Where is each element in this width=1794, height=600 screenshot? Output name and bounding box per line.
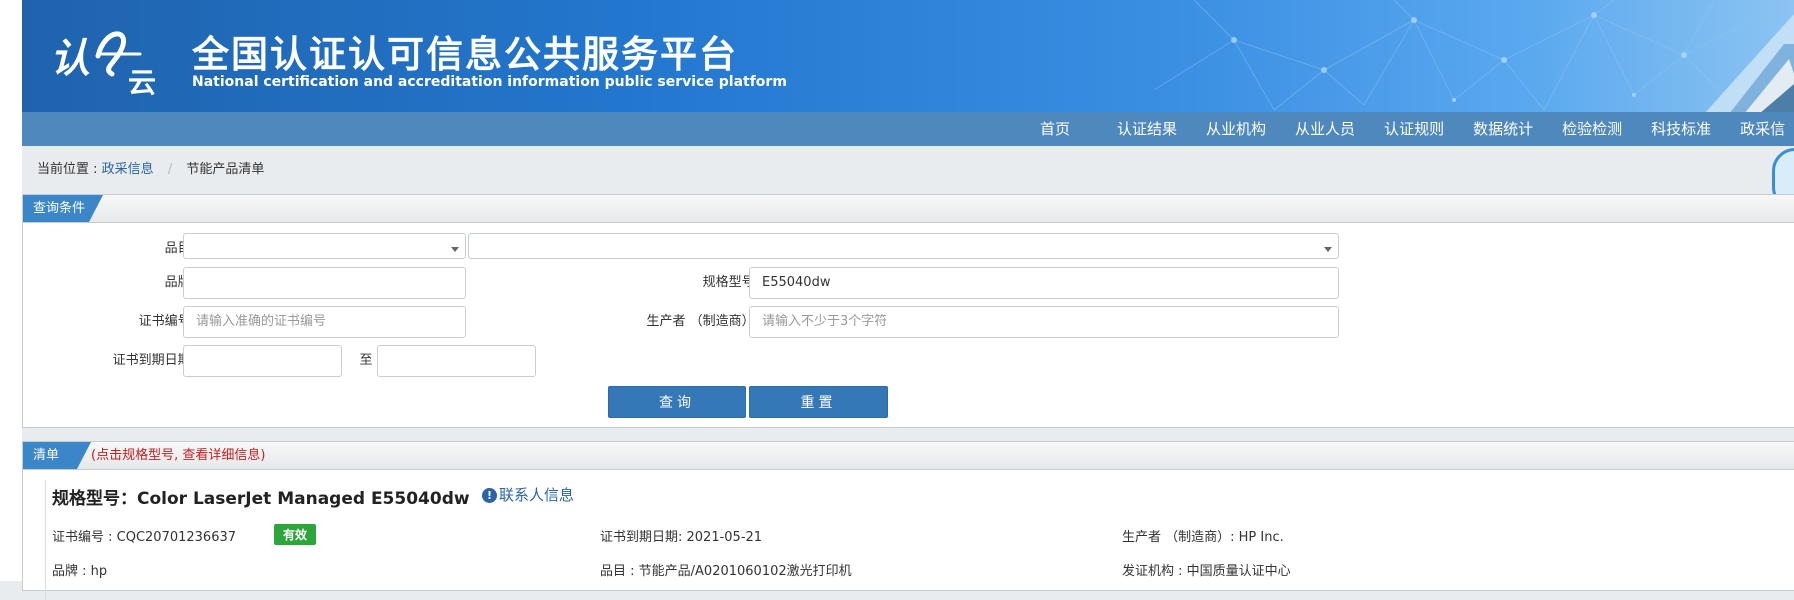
breadcrumb-current: 节能产品清单: [186, 162, 265, 177]
status-badge: 有效: [274, 524, 317, 545]
site-logo: 认 云: [50, 31, 156, 98]
result-cert-no: 证书编号 : CQC20701236637: [52, 530, 237, 545]
result-manufacturer: 生产者 （制造商）: HP Inc.: [1122, 530, 1284, 545]
result-list-panel: 清单 (点击规格型号, 查看详细信息) 规格型号：Color LaserJet …: [22, 441, 1794, 600]
result-issuer: 发证机构 : 中国质量认证中心: [1122, 564, 1291, 579]
nav-cert-rules[interactable]: 认证规则: [1384, 112, 1444, 146]
category-select-secondary[interactable]: [468, 233, 1339, 259]
header-photo-collage: [1705, 14, 1794, 112]
brand-label: 品牌:: [164, 275, 195, 290]
contact-info-label: 联系人信息: [499, 486, 575, 504]
cert-no-input[interactable]: 请输入准确的证书编号: [183, 306, 466, 338]
expiry-date-from-input[interactable]: [183, 345, 342, 377]
cert-no-label: 证书编号:: [138, 314, 195, 329]
list-panel-header: 清单 (点击规格型号, 查看详细信息): [23, 442, 1794, 470]
breadcrumb: 当前位置 : 政采信息 / 节能产品清单: [22, 146, 1794, 194]
chevron-down-icon: [451, 247, 459, 252]
list-hint: (点击规格型号, 查看详细信息): [91, 448, 266, 463]
result-expiry-date: 证书到期日期: 2021-05-21: [600, 530, 763, 545]
model-input[interactable]: E55040dw: [749, 267, 1339, 299]
nav-personnel[interactable]: 从业人员: [1295, 112, 1355, 146]
query-panel-header: 查询条件: [23, 195, 1794, 223]
nav-standards[interactable]: 科技标准: [1651, 112, 1711, 146]
result-brand: 品牌 : hp: [52, 564, 108, 579]
query-panel-tab: 查询条件: [23, 195, 103, 222]
result-category: 品目 : 节能产品/A0201060102激光打印机: [600, 564, 852, 579]
expiry-date-to-input[interactable]: [377, 345, 536, 377]
site-header: 认 云 全国认证认可信息公共服务平台 National certificatio…: [22, 0, 1794, 112]
main-nav: 首页 认证结果 从业机构 从业人员 认证规则 数据统计 检验检测 科技标准 政采…: [22, 112, 1794, 146]
manufacturer-input[interactable]: 请输入不少于3个字符: [749, 306, 1339, 338]
nav-inspection[interactable]: 检验检测: [1562, 112, 1622, 146]
nav-cert-results[interactable]: 认证结果: [1117, 112, 1177, 146]
result-model-link[interactable]: 规格型号：Color LaserJet Managed E55040dw: [52, 484, 470, 509]
site-title: 全国认证认可信息公共服务平台: [192, 33, 738, 76]
nav-institutions[interactable]: 从业机构: [1206, 112, 1266, 146]
manufacturer-label: 生产者 （制造商）:: [646, 314, 759, 329]
left-margin: [0, 0, 22, 581]
list-panel-tab: 清单: [23, 442, 91, 469]
nav-statistics[interactable]: 数据统计: [1473, 112, 1533, 146]
breadcrumb-prefix: 当前位置 :: [37, 162, 98, 177]
svg-text:认: 认: [50, 36, 90, 82]
nav-home[interactable]: 首页: [1040, 112, 1070, 146]
svg-text:云: 云: [128, 66, 156, 98]
page: 认 云 全国认证认可信息公共服务平台 National certificatio…: [22, 0, 1794, 600]
category-select-primary[interactable]: [183, 233, 466, 259]
breadcrumb-link-procurement[interactable]: 政采信息: [102, 162, 154, 177]
expiry-date-label: 证书到期日期:: [112, 353, 195, 368]
search-button[interactable]: 查询: [608, 386, 746, 418]
contact-info-link[interactable]: ! 联系人信息: [482, 484, 574, 505]
breadcrumb-separator: /: [167, 162, 173, 177]
nav-procurement[interactable]: 政采信: [1740, 112, 1785, 146]
category-label: 品目:: [164, 241, 195, 256]
query-panel: 查询条件 品目: 品牌: 规格型号: E55040dw 证书编号: 请输入准确的…: [22, 194, 1794, 428]
model-label: 规格型号:: [702, 275, 759, 290]
site-subtitle: National certification and accreditation…: [192, 74, 787, 90]
brand-input[interactable]: [183, 267, 466, 299]
chevron-down-icon: [1324, 247, 1332, 252]
reset-button[interactable]: 重置: [749, 386, 888, 418]
result-card: 规格型号：Color LaserJet Managed E55040dw ! 联系…: [45, 480, 1786, 600]
info-icon: !: [482, 488, 497, 503]
